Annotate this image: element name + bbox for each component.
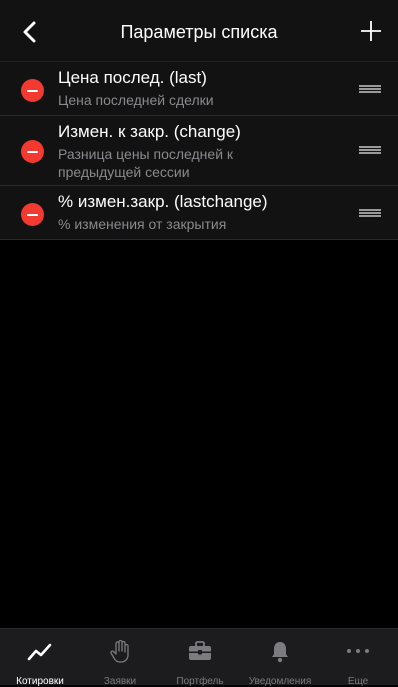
item-subtitle: % изменения от закрытия — [58, 216, 227, 232]
delete-button[interactable] — [21, 79, 44, 102]
tab-label: Уведомления — [248, 676, 312, 687]
add-button[interactable] — [358, 18, 384, 44]
tab-quotes[interactable]: Котировки — [0, 629, 80, 687]
delete-button[interactable] — [21, 203, 44, 226]
drag-handle-icon[interactable] — [359, 209, 381, 217]
hand-icon — [110, 640, 129, 663]
tab-bar: Котировки Заявки Портфель Уведомления Ещ… — [0, 628, 398, 687]
item-title: Измен. к закр. (change) — [58, 122, 241, 141]
drag-handle-icon[interactable] — [359, 85, 381, 93]
tab-label: Заявки — [103, 676, 137, 687]
top-nav-bar: Параметры списка — [0, 0, 398, 62]
tab-portfolio[interactable]: Портфель — [160, 629, 240, 687]
delete-button[interactable] — [21, 140, 44, 163]
item-subtitle: Разница цены последней к предыдущей сесс… — [58, 146, 234, 180]
chart-line-icon — [27, 643, 52, 661]
parameters-list: Цена послед. (last) Цена последней сделк… — [0, 62, 398, 240]
tab-more[interactable]: Еще — [318, 629, 398, 687]
drag-handle-icon[interactable] — [359, 146, 381, 154]
tab-label: Котировки — [16, 676, 64, 687]
tab-label: Портфель — [176, 676, 224, 687]
more-dots-icon — [347, 649, 369, 653]
list-item: Измен. к закр. (change) Разница цены пос… — [0, 116, 398, 186]
plus-icon — [361, 21, 381, 41]
bell-icon — [272, 642, 288, 663]
tab-orders[interactable]: Заявки — [80, 629, 160, 687]
item-title: % измен.закр. (lastchange) — [58, 192, 268, 211]
list-item: % измен.закр. (lastchange) % изменения о… — [0, 186, 398, 240]
item-subtitle: Цена последней сделки — [58, 92, 214, 108]
briefcase-icon — [189, 641, 211, 660]
tab-notifications[interactable]: Уведомления — [240, 629, 320, 687]
list-item: Цена послед. (last) Цена последней сделк… — [0, 62, 398, 116]
item-title: Цена послед. (last) — [58, 68, 207, 87]
tab-label: Еще — [347, 676, 369, 687]
page-title: Параметры списка — [120, 22, 278, 42]
